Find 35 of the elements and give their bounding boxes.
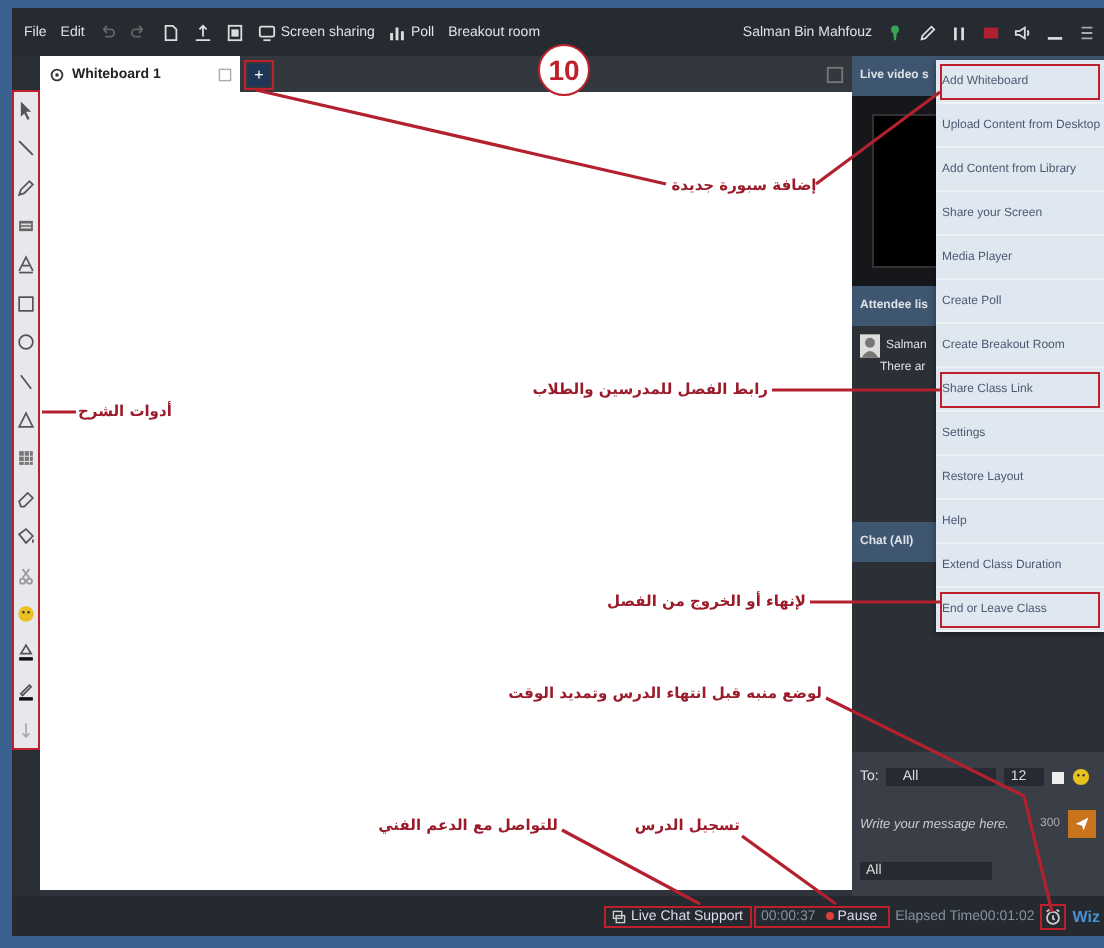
document-icon[interactable] bbox=[162, 23, 181, 41]
menu-icon[interactable] bbox=[1078, 23, 1096, 41]
fill-color-icon[interactable] bbox=[14, 640, 38, 665]
slide-icon[interactable] bbox=[226, 23, 245, 41]
circle-icon[interactable] bbox=[14, 330, 38, 355]
rectangle-icon[interactable] bbox=[14, 291, 38, 316]
line-icon[interactable] bbox=[14, 136, 38, 161]
upload-icon[interactable] bbox=[194, 23, 213, 41]
avatar-silhouette bbox=[860, 334, 880, 358]
redo-icon[interactable] bbox=[130, 23, 149, 41]
expand-icon[interactable] bbox=[826, 65, 844, 83]
send-button[interactable] bbox=[1068, 810, 1096, 838]
pencil-icon[interactable] bbox=[14, 175, 38, 200]
smiley-icon[interactable] bbox=[1072, 768, 1091, 786]
speaker-icon[interactable] bbox=[1014, 23, 1032, 41]
monitor-icon bbox=[258, 23, 277, 41]
leader-line bbox=[42, 410, 76, 414]
send-icon bbox=[1074, 816, 1090, 832]
pen-color-icon[interactable] bbox=[14, 679, 38, 704]
add-tab-button[interactable]: + bbox=[248, 63, 270, 85]
bar-chart-icon bbox=[388, 23, 407, 41]
bucket-icon[interactable] bbox=[14, 524, 38, 549]
letter-icon[interactable] bbox=[14, 252, 38, 277]
checkbox[interactable] bbox=[1052, 771, 1065, 783]
line-icon[interactable] bbox=[14, 369, 38, 394]
alarm-clock-icon[interactable] bbox=[1044, 907, 1063, 925]
chat-icon bbox=[612, 909, 627, 923]
pencil-icon[interactable] bbox=[918, 23, 936, 41]
eye-icon bbox=[48, 65, 66, 83]
logo: Wiz bbox=[1072, 907, 1100, 925]
grid-icon[interactable] bbox=[14, 446, 38, 471]
triangle-icon[interactable] bbox=[14, 407, 38, 432]
undo-icon[interactable] bbox=[98, 23, 117, 41]
leader-line bbox=[810, 600, 940, 604]
leader-line bbox=[815, 90, 941, 186]
